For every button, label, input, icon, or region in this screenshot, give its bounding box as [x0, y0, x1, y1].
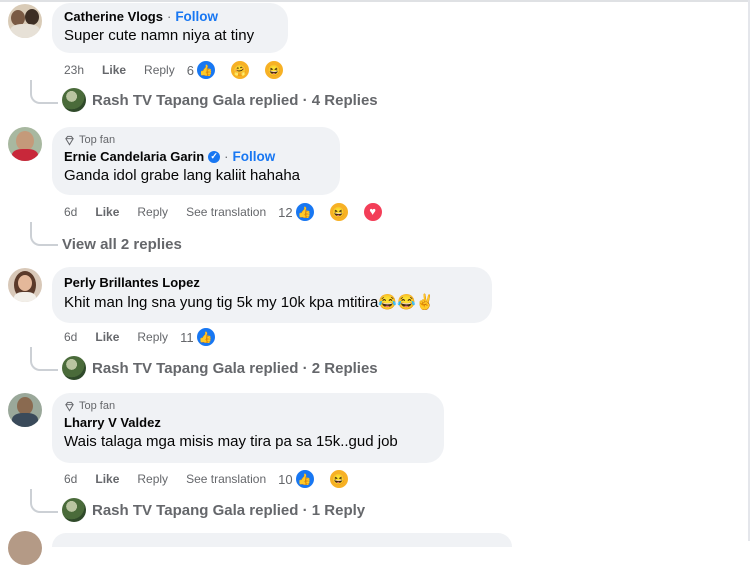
comment-actions: 6d Like Reply See translation 10 👍 😆: [64, 469, 367, 489]
diamond-icon: [65, 135, 74, 146]
follow-button[interactable]: Follow: [233, 149, 276, 164]
comment-text: Khit man lng sna yung tig 5k my 10k kpa …: [64, 294, 435, 311]
haha-icon: 😆: [328, 202, 349, 222]
author-row: Perly Brillantes Lopez: [64, 275, 480, 290]
comment-time[interactable]: 23h: [64, 63, 84, 77]
avatar: [62, 356, 86, 380]
replies-label: Rash TV Tapang Gala replied · 4 Replies: [92, 91, 378, 109]
author-name[interactable]: Lharry V Valdez: [64, 415, 161, 430]
reaction-summary[interactable]: 11 👍: [180, 327, 234, 347]
comment-text: Super cute namn niya at tiny: [64, 27, 255, 44]
like-icon: 👍: [195, 327, 216, 347]
avatar[interactable]: [8, 393, 42, 427]
haha-icon: 😆: [263, 60, 284, 80]
avatar[interactable]: [8, 531, 42, 565]
see-translation-button[interactable]: See translation: [186, 205, 266, 219]
love-icon: ♥: [362, 202, 383, 222]
top-fan-label: Top fan: [79, 134, 116, 146]
reaction-count: 6: [186, 62, 194, 78]
follow-button[interactable]: Follow: [175, 9, 218, 24]
comment-bubble: Top fan Ernie Candelaria Garin ✓ · Follo…: [52, 127, 340, 195]
replies-label: Rash TV Tapang Gala replied · 1 Reply: [92, 501, 366, 519]
separator-dot: ·: [224, 149, 229, 164]
top-fan-badge: Top fan: [64, 399, 432, 413]
author-row: Catherine Vlogs · Follow: [64, 9, 276, 24]
author-row: Lharry V Valdez: [64, 415, 432, 430]
haha-icon: 😆: [328, 469, 349, 489]
like-icon: 👍: [294, 202, 315, 222]
reaction-count: 10: [278, 471, 293, 487]
like-button[interactable]: Like: [95, 205, 119, 219]
comment-time[interactable]: 6d: [64, 205, 77, 219]
avatar: [62, 88, 86, 112]
like-button[interactable]: Like: [95, 472, 119, 486]
replies-link[interactable]: Rash TV Tapang Gala replied · 1 Reply: [62, 498, 365, 522]
comment-text: Ganda idol grabe lang kaliit hahaha: [64, 167, 301, 184]
like-button[interactable]: Like: [102, 63, 126, 77]
thread-line: [30, 489, 58, 513]
comment-actions: 6d Like Reply See translation 12 👍 😆 ♥: [64, 202, 401, 222]
comment-time[interactable]: 6d: [64, 330, 77, 344]
thread-line: [30, 347, 58, 371]
see-translation-button[interactable]: See translation: [186, 472, 266, 486]
comment-bubble: Catherine Vlogs · Follow Super cute namn…: [52, 3, 288, 53]
avatar[interactable]: [8, 268, 42, 302]
reaction-summary[interactable]: 6 👍 🤗 😆: [187, 60, 302, 80]
author-name[interactable]: Ernie Candelaria Garin: [64, 149, 204, 164]
view-all-replies-link[interactable]: View all 2 replies: [62, 236, 182, 253]
reaction-summary[interactable]: 12 👍 😆 ♥: [278, 202, 400, 222]
comment-bubble: Top fan Lharry V Valdez Wais talaga mga …: [52, 393, 444, 463]
comment-text: Wais talaga mga misis may tira pa sa 15k…: [64, 433, 398, 450]
reply-button[interactable]: Reply: [137, 472, 168, 486]
reply-button[interactable]: Reply: [137, 330, 168, 344]
thread-line: [30, 80, 58, 104]
top-fan-label: Top fan: [79, 400, 116, 412]
replies-link[interactable]: Rash TV Tapang Gala replied · 4 Replies: [62, 88, 378, 112]
replies-link[interactable]: Rash TV Tapang Gala replied · 2 Replies: [62, 356, 378, 380]
reply-button[interactable]: Reply: [144, 63, 175, 77]
avatar: [62, 498, 86, 522]
reply-button[interactable]: Reply: [137, 205, 168, 219]
like-icon: 👍: [294, 469, 315, 489]
reaction-count: 11: [180, 329, 194, 345]
avatar[interactable]: [8, 127, 42, 161]
replies-label: Rash TV Tapang Gala replied · 2 Replies: [92, 359, 378, 377]
separator-dot: ·: [166, 9, 172, 24]
like-button[interactable]: Like: [95, 330, 119, 344]
author-row: Ernie Candelaria Garin ✓ · Follow: [64, 149, 328, 164]
comment-bubble: Perly Brillantes Lopez Khit man lng sna …: [52, 267, 492, 323]
comment-actions: 23h Like Reply 6 👍 🤗 😆: [64, 60, 302, 80]
avatar[interactable]: [8, 4, 42, 38]
comment-time[interactable]: 6d: [64, 472, 77, 486]
top-fan-badge: Top fan: [64, 133, 328, 147]
like-icon: 👍: [195, 60, 216, 80]
comment-actions: 6d Like Reply 11 👍: [64, 327, 234, 347]
author-name[interactable]: Perly Brillantes Lopez: [64, 275, 200, 290]
thread-line: [30, 222, 58, 246]
verified-badge-icon: ✓: [208, 150, 221, 163]
author-name[interactable]: Catherine Vlogs: [64, 9, 163, 24]
reaction-count: 12: [278, 204, 293, 220]
reaction-summary[interactable]: 10 👍 😆: [278, 469, 366, 489]
care-icon: 🤗: [229, 60, 250, 80]
diamond-icon: [65, 401, 74, 412]
top-divider: [0, 0, 750, 2]
comment-bubble: [52, 533, 512, 547]
